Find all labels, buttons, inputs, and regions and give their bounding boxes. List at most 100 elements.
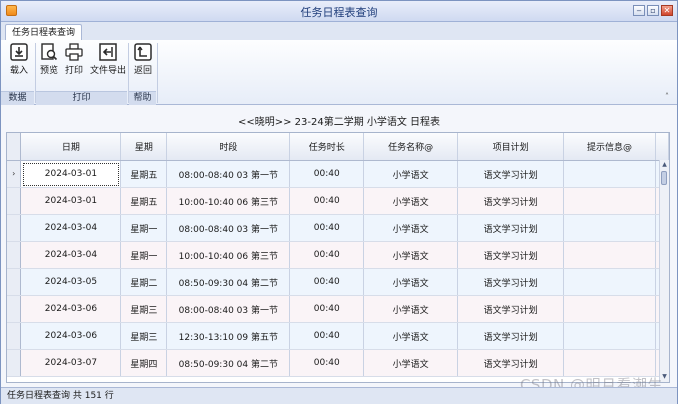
cell-tip[interactable]	[563, 268, 656, 296]
cell-tip[interactable]	[563, 160, 656, 188]
minimize-button[interactable]: ‒	[633, 5, 645, 16]
cell-period[interactable]: 08:50-09:30 04 第二节	[166, 268, 291, 296]
cell-date[interactable]: 2024-03-04	[20, 214, 122, 242]
cell-plan[interactable]: 语文学习计划	[457, 187, 565, 215]
tab-schedule-query[interactable]: 任务日程表查询	[5, 24, 83, 41]
cell-duration[interactable]: 00:40	[289, 160, 365, 188]
cell-plan[interactable]: 语文学习计划	[457, 295, 565, 323]
maximize-button[interactable]: ▫	[647, 5, 659, 16]
cell-task[interactable]: 小学语文	[363, 295, 459, 323]
group-label-print: 打印	[36, 91, 127, 105]
cell-duration[interactable]: 00:40	[289, 187, 365, 215]
row-header[interactable]	[7, 349, 22, 377]
column-header-duration[interactable]: 任务时长	[289, 133, 365, 161]
cell-weekday[interactable]: 星期五	[120, 187, 168, 215]
back-icon	[134, 43, 152, 61]
cell-duration[interactable]: 00:40	[289, 214, 365, 242]
cell-period[interactable]: 12:30-13:10 09 第五节	[166, 322, 291, 350]
schedule-heading: <<晓明>> 23-24第二学期 小学语文 日程表	[237, 117, 441, 128]
cell-duration[interactable]: 00:40	[289, 322, 365, 350]
cell-duration[interactable]: 00:40	[289, 295, 365, 323]
cell-date[interactable]: 2024-03-07	[20, 349, 122, 377]
column-header-tip[interactable]: 提示信息@	[563, 133, 656, 161]
column-header-date[interactable]: 日期	[20, 133, 122, 161]
schedule-grid[interactable]: 日期 星期 时段 任务时长 任务名称@ 项目计划 提示信息@ › 2024-03…	[6, 132, 670, 383]
import-icon	[10, 43, 28, 61]
cell-task[interactable]: 小学语文	[363, 160, 459, 188]
row-header[interactable]	[7, 268, 22, 296]
cell-task[interactable]: 小学语文	[363, 187, 459, 215]
cell-date[interactable]: 2024-03-06	[20, 295, 122, 323]
back-button[interactable]: 返回	[125, 43, 161, 76]
column-header-plan[interactable]: 项目计划	[457, 133, 565, 161]
cell-weekday[interactable]: 星期五	[120, 160, 168, 188]
cell-task[interactable]: 小学语文	[363, 322, 459, 350]
cell-weekday[interactable]: 星期一	[120, 241, 168, 269]
cell-duration[interactable]: 00:40	[289, 241, 365, 269]
cell-plan[interactable]: 语文学习计划	[457, 322, 565, 350]
cell-weekday[interactable]: 星期二	[120, 268, 168, 296]
cell-task[interactable]: 小学语文	[363, 241, 459, 269]
table-row[interactable]: 2024-03-04 星期一 10:00-10:40 06 第三节 00:40 …	[7, 241, 669, 269]
cell-date[interactable]: 2024-03-05	[20, 268, 122, 296]
cell-tip[interactable]	[563, 349, 656, 377]
export-label: 文件导出	[89, 66, 126, 76]
cell-date[interactable]: 2024-03-06	[20, 322, 122, 350]
table-row[interactable]: 2024-03-06 星期三 12:30-13:10 09 第五节 00:40 …	[7, 322, 669, 350]
cell-tip[interactable]	[563, 295, 656, 323]
cell-period[interactable]: 10:00-10:40 06 第三节	[166, 241, 291, 269]
row-header[interactable]	[7, 295, 22, 323]
cell-task[interactable]: 小学语文	[363, 349, 459, 377]
cell-plan[interactable]: 语文学习计划	[457, 214, 565, 242]
printer-icon	[65, 43, 83, 61]
title-bar[interactable]: 任务日程表查询 ‒ ▫ ✕	[1, 1, 677, 22]
table-row[interactable]: 2024-03-05 星期二 08:50-09:30 04 第二节 00:40 …	[7, 268, 669, 296]
cell-date[interactable]: 2024-03-01	[20, 187, 122, 215]
cell-tip[interactable]	[563, 187, 656, 215]
cell-period[interactable]: 08:00-08:40 03 第一节	[166, 295, 291, 323]
cell-duration[interactable]: 00:40	[289, 349, 365, 377]
scroll-thumb[interactable]	[661, 171, 667, 185]
cell-tip[interactable]	[563, 241, 656, 269]
cell-plan[interactable]: 语文学习计划	[457, 349, 565, 377]
cell-period[interactable]: 08:50-09:30 04 第二节	[166, 349, 291, 377]
table-row[interactable]: 2024-03-07 星期四 08:50-09:30 04 第二节 00:40 …	[7, 349, 669, 377]
row-header[interactable]	[7, 187, 22, 215]
column-header-weekday[interactable]: 星期	[120, 133, 168, 161]
cell-weekday[interactable]: 星期三	[120, 322, 168, 350]
cell-period[interactable]: 08:00-08:40 03 第一节	[166, 214, 291, 242]
row-header[interactable]	[7, 241, 22, 269]
cell-plan[interactable]: 语文学习计划	[457, 241, 565, 269]
cell-task[interactable]: 小学语文	[363, 214, 459, 242]
row-header[interactable]	[7, 214, 22, 242]
cell-date[interactable]: 2024-03-04	[20, 241, 122, 269]
row-header[interactable]	[7, 322, 22, 350]
export-button[interactable]: 文件导出	[87, 43, 129, 76]
column-header-period[interactable]: 时段	[166, 133, 291, 161]
cell-tip[interactable]	[563, 214, 656, 242]
cell-weekday[interactable]: 星期三	[120, 295, 168, 323]
cell-duration[interactable]: 00:40	[289, 268, 365, 296]
cell-plan[interactable]: 语文学习计划	[457, 268, 565, 296]
cell-period[interactable]: 08:00-08:40 03 第一节	[166, 160, 291, 188]
table-row[interactable]: › 2024-03-01 星期五 08:00-08:40 03 第一节 00:4…	[7, 160, 669, 188]
cell-date[interactable]: 2024-03-01	[20, 160, 122, 188]
column-header-task-name[interactable]: 任务名称@	[363, 133, 459, 161]
cell-period[interactable]: 10:00-10:40 06 第三节	[166, 187, 291, 215]
scroll-up-icon[interactable]: ▲	[660, 160, 669, 170]
table-row[interactable]: 2024-03-01 星期五 10:00-10:40 06 第三节 00:40 …	[7, 187, 669, 215]
table-row[interactable]: 2024-03-06 星期三 08:00-08:40 03 第一节 00:40 …	[7, 295, 669, 323]
ribbon: 载入 预览 打印 文件导出 返回 数据 打印 帮助 ˄	[1, 40, 677, 105]
cell-tip[interactable]	[563, 322, 656, 350]
row-header-corner	[7, 133, 22, 161]
close-button[interactable]: ✕	[661, 5, 673, 16]
ribbon-collapse-icon[interactable]: ˄	[665, 92, 669, 101]
vertical-scrollbar[interactable]: ▲ ▼	[659, 160, 669, 382]
cell-task[interactable]: 小学语文	[363, 268, 459, 296]
table-row[interactable]: 2024-03-04 星期一 08:00-08:40 03 第一节 00:40 …	[7, 214, 669, 242]
cell-weekday[interactable]: 星期一	[120, 214, 168, 242]
cell-weekday[interactable]: 星期四	[120, 349, 168, 377]
back-label: 返回	[133, 66, 152, 76]
status-text: 任务日程表查询 共 151 行	[7, 391, 114, 401]
cell-plan[interactable]: 语文学习计划	[457, 160, 565, 188]
